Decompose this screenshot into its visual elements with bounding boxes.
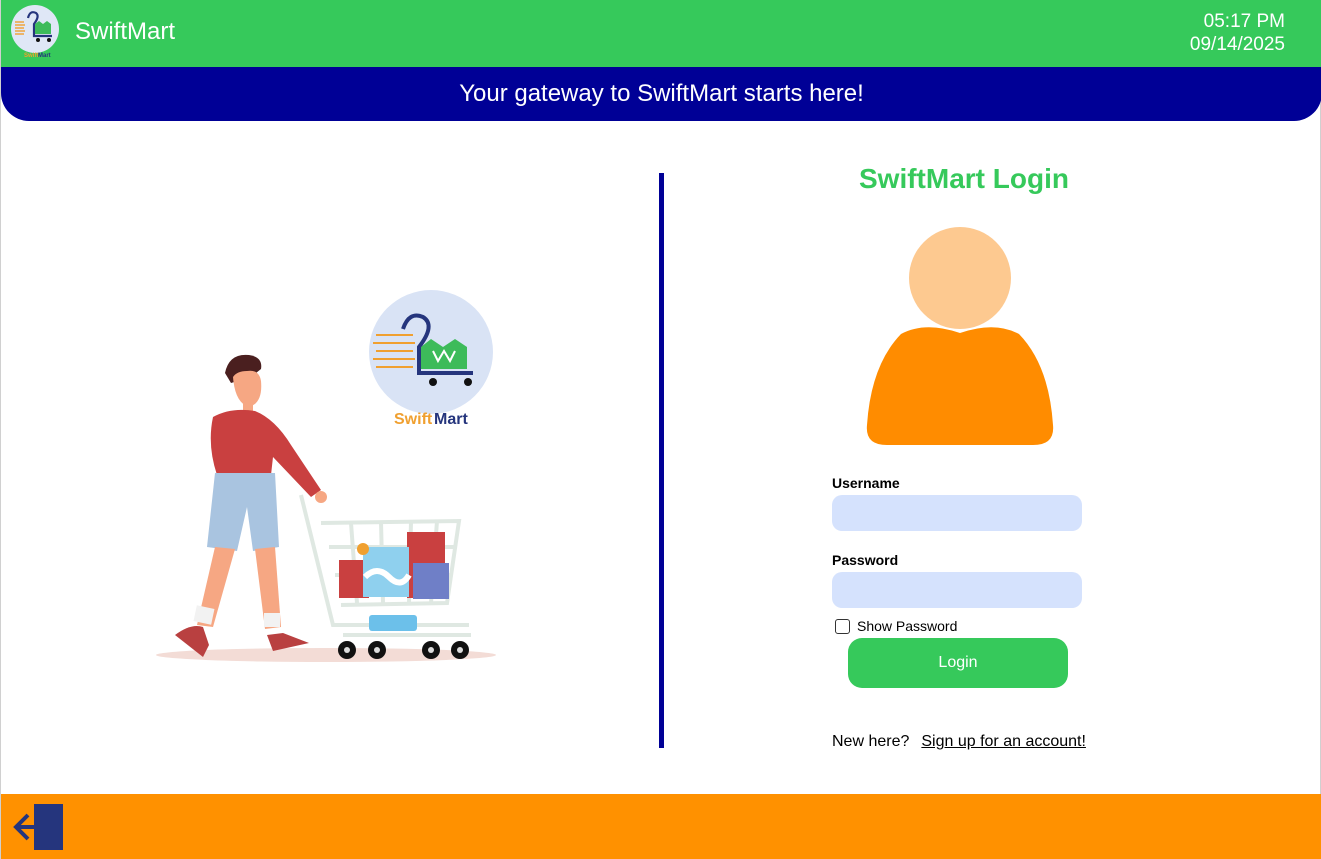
password-input[interactable] [832,572,1082,608]
signup-link[interactable]: Sign up for an account! [921,733,1086,750]
footer-bar [1,794,1321,859]
show-password-label: Show Password [857,618,958,634]
app-title: SwiftMart [75,18,176,45]
top-bar: Swift Mart SwiftMart 05:17 PM 09/14/2025 [1,0,1321,67]
shopper-illustration: Swift Mart [156,290,496,662]
swiftmart-logo-icon: Swift Mart [11,5,59,59]
vertical-divider [659,173,664,748]
clock-time: 05:17 PM [1203,11,1285,32]
login-title: SwiftMart Login [859,163,1069,194]
exit-icon[interactable] [13,803,65,851]
login-button[interactable]: Login [848,638,1068,688]
show-password-checkbox[interactable] [835,618,850,634]
svg-text:Swift: Swift [394,411,433,428]
signup-prompt: New here? [832,733,910,750]
svg-text:Mart: Mart [38,53,51,59]
welcome-banner: Your gateway to SwiftMart starts here! [1,67,1321,121]
svg-text:Mart: Mart [434,411,468,428]
username-label: Username [832,475,900,491]
clock-date: 09/14/2025 [1189,34,1285,55]
password-label: Password [832,552,899,568]
banner-text: Your gateway to SwiftMart starts here! [459,80,864,107]
show-password-toggle[interactable]: Show Password [835,617,957,635]
username-input[interactable] [832,495,1082,531]
app-window: Swift Mart SwiftMart 05:17 PM 09/14/2025… [0,0,1321,859]
user-avatar-icon [866,227,1054,445]
svg-text:Swift: Swift [24,53,38,59]
signup-row: New here? Sign up for an account! [832,733,1086,751]
clock: 05:17 PM 09/14/2025 [1190,10,1285,56]
